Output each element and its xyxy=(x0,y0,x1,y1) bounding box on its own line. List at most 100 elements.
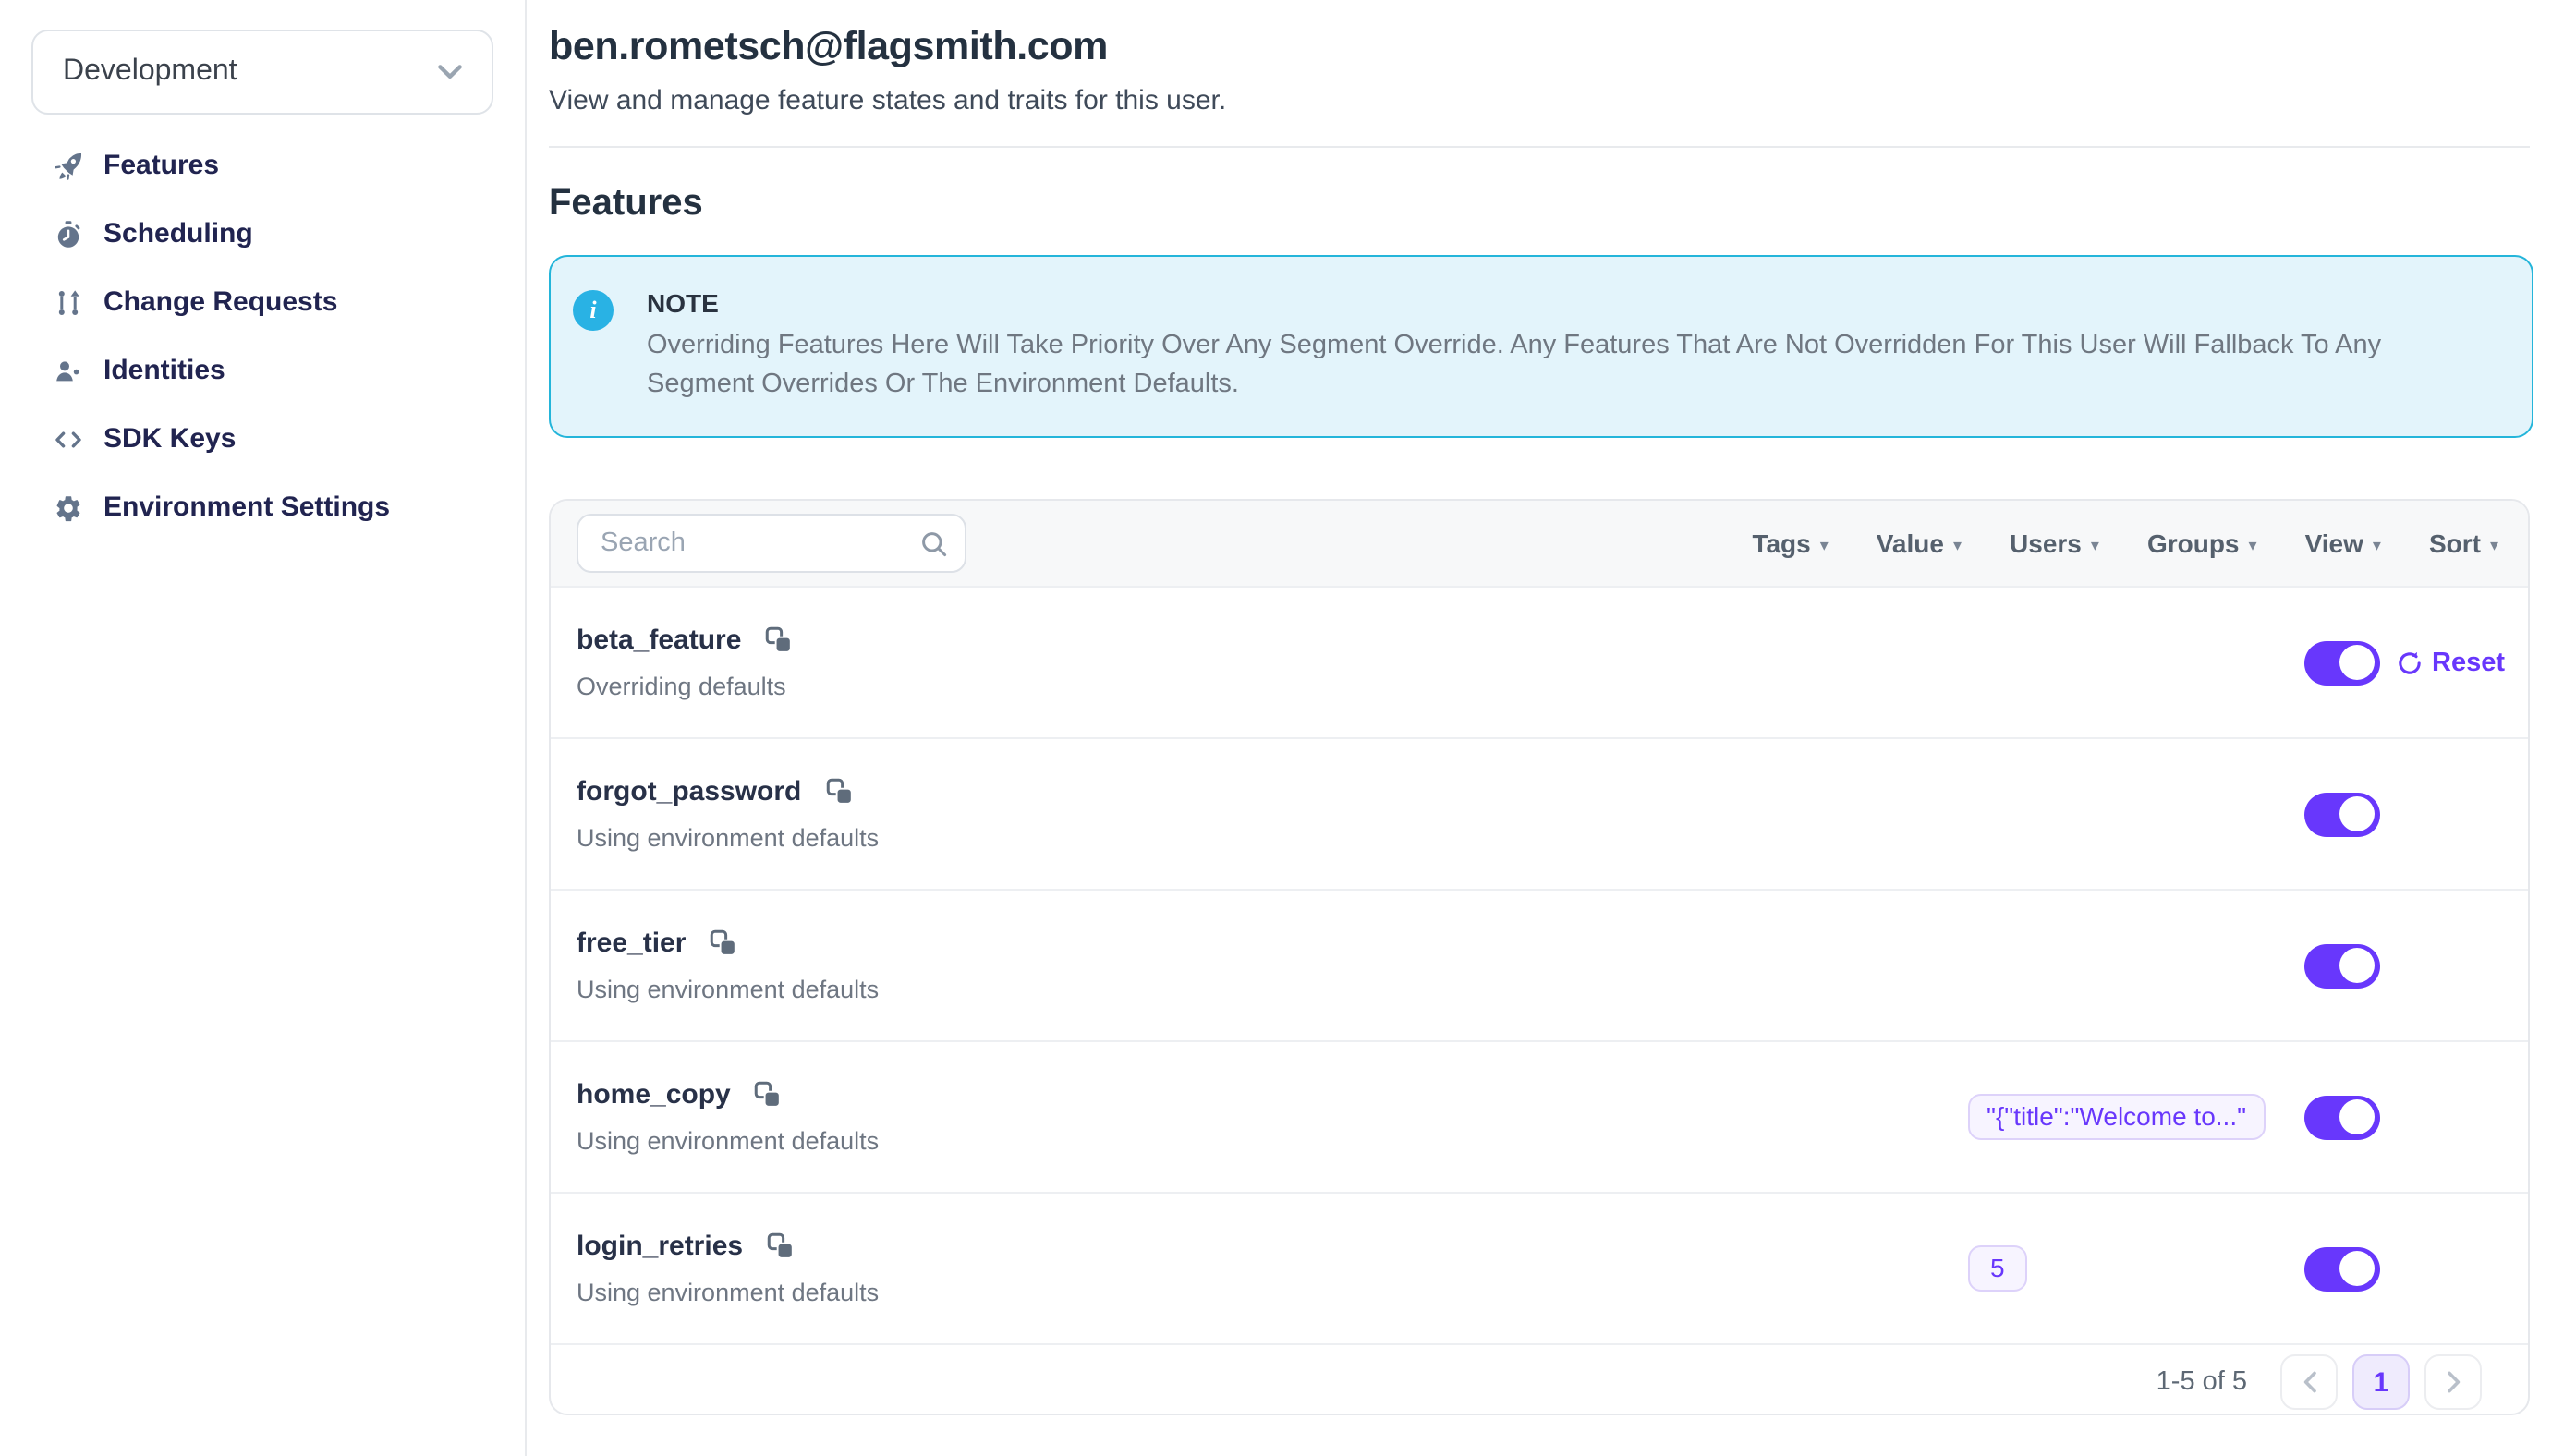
feature-status: Using environment defaults xyxy=(577,976,879,1003)
filter-view[interactable]: View ▾ xyxy=(2305,528,2381,558)
feature-info: home_copy Using environment defaults xyxy=(577,1079,879,1155)
feature-name: home_copy xyxy=(577,1079,731,1110)
value-cell: 5 xyxy=(1968,1245,2304,1292)
copy-icon[interactable] xyxy=(825,778,853,806)
feature-status: Using environment defaults xyxy=(577,1127,879,1155)
caret-down-icon: ▾ xyxy=(1820,533,1829,553)
note-body: Overriding Features Here Will Take Prior… xyxy=(647,327,2454,405)
copy-icon[interactable] xyxy=(710,929,737,957)
copy-icon[interactable] xyxy=(767,1232,795,1260)
feature-toggle[interactable] xyxy=(2304,943,2380,988)
feature-toggle[interactable] xyxy=(2304,640,2380,685)
code-icon xyxy=(54,424,83,454)
feature-info: login_retries Using environment defaults xyxy=(577,1231,879,1306)
environment-selector-value: Development xyxy=(63,55,438,89)
features-table-header: Tags ▾ Value ▾ Users ▾ Groups ▾ xyxy=(551,501,2528,586)
feature-controls: 5 xyxy=(1968,1245,2506,1292)
sidebar-item-features[interactable]: Features xyxy=(0,131,525,200)
feature-value-chip[interactable]: "{"title":"Welcome to..." xyxy=(1968,1094,2265,1140)
caret-down-icon: ▾ xyxy=(2490,533,2498,553)
feature-info: free_tier Using environment defaults xyxy=(577,928,879,1003)
feature-value-chip[interactable]: 5 xyxy=(1968,1245,2027,1292)
search-icon xyxy=(920,529,948,557)
search-input[interactable] xyxy=(577,514,966,573)
page-title: ben.rometsch@flagsmith.com xyxy=(549,24,2576,70)
reset-button[interactable]: Reset xyxy=(2380,648,2506,677)
feature-name: forgot_password xyxy=(577,776,801,807)
copy-icon[interactable] xyxy=(755,1081,783,1109)
note-label: NOTE xyxy=(647,288,2454,318)
caret-down-icon: ▾ xyxy=(1953,533,1962,553)
refresh-icon xyxy=(2397,649,2423,675)
feature-info: forgot_password Using environment defaul… xyxy=(577,776,879,852)
sidebar-item-label: Identities xyxy=(103,355,225,386)
page-subtitle: View and manage feature states and trait… xyxy=(549,85,2576,116)
pagination-page-1-button[interactable]: 1 xyxy=(2352,1354,2410,1410)
sidebar-nav: Features Scheduling xyxy=(0,131,525,541)
pagination-prev-button[interactable] xyxy=(2280,1354,2338,1410)
feature-toggle[interactable] xyxy=(2304,1095,2380,1139)
stopwatch-icon xyxy=(54,219,83,249)
sidebar: Development Features xyxy=(0,0,527,1456)
sidebar-item-label: SDK Keys xyxy=(103,423,236,455)
feature-row-forgot-password[interactable]: forgot_password Using environment defaul… xyxy=(551,737,2528,889)
filter-value[interactable]: Value ▾ xyxy=(1877,528,1962,558)
sidebar-item-label: Features xyxy=(103,150,219,181)
sidebar-item-change-requests[interactable]: Change Requests xyxy=(0,268,525,336)
feature-status: Overriding defaults xyxy=(577,673,793,700)
pull-request-icon xyxy=(54,287,83,317)
features-table: Tags ▾ Value ▾ Users ▾ Groups ▾ xyxy=(549,499,2530,1415)
filter-groups[interactable]: Groups ▾ xyxy=(2147,528,2257,558)
main-content: ben.rometsch@flagsmith.com View and mana… xyxy=(529,0,2576,1456)
feature-info: beta_feature Overriding defaults xyxy=(577,625,793,700)
reset-label: Reset xyxy=(2432,648,2505,677)
header-divider xyxy=(549,146,2530,148)
note-callout: i NOTE Overriding Features Here Will Tak… xyxy=(549,255,2533,438)
sidebar-item-scheduling[interactable]: Scheduling xyxy=(0,200,525,268)
feature-row-beta-feature[interactable]: beta_feature Overriding defaults xyxy=(551,586,2528,737)
rocket-icon xyxy=(54,151,83,180)
features-section-title: Features xyxy=(549,183,2576,225)
value-cell: "{"title":"Welcome to..." xyxy=(1968,1094,2304,1140)
pagination-next-button[interactable] xyxy=(2424,1354,2482,1410)
search-box xyxy=(577,514,966,573)
filter-users[interactable]: Users ▾ xyxy=(2010,528,2099,558)
feature-name: beta_feature xyxy=(577,625,741,656)
user-detail-page: Development Features xyxy=(0,0,2576,1456)
chevron-down-icon xyxy=(438,65,462,79)
feature-controls: "{"title":"Welcome to..." xyxy=(1968,1094,2506,1140)
caret-down-icon: ▾ xyxy=(2249,533,2257,553)
people-icon xyxy=(54,356,83,385)
sidebar-item-label: Scheduling xyxy=(103,218,253,249)
sidebar-item-label: Environment Settings xyxy=(103,491,390,523)
caret-down-icon: ▾ xyxy=(2091,533,2099,553)
feature-controls: Reset xyxy=(1968,640,2506,685)
feature-row-login-retries[interactable]: login_retries Using environment defaults… xyxy=(551,1192,2528,1343)
chevron-right-icon xyxy=(2446,1371,2461,1393)
feature-row-free-tier[interactable]: free_tier Using environment defaults xyxy=(551,889,2528,1040)
filter-bar: Tags ▾ Value ▾ Users ▾ Groups ▾ xyxy=(1752,528,2502,558)
feature-status: Using environment defaults xyxy=(577,1279,879,1306)
note-content: NOTE Overriding Features Here Will Take … xyxy=(647,288,2454,405)
copy-icon[interactable] xyxy=(765,626,793,654)
info-icon: i xyxy=(573,290,614,331)
sidebar-item-identities[interactable]: Identities xyxy=(0,336,525,405)
pagination: 1-5 of 5 1 xyxy=(551,1343,2528,1415)
gear-icon xyxy=(54,492,83,522)
pagination-summary: 1-5 of 5 xyxy=(2157,1367,2247,1397)
caret-down-icon: ▾ xyxy=(2373,533,2381,553)
chevron-left-icon xyxy=(2302,1371,2316,1393)
environment-selector[interactable]: Development xyxy=(31,30,493,115)
sidebar-item-environment-settings[interactable]: Environment Settings xyxy=(0,473,525,541)
feature-name: free_tier xyxy=(577,928,686,959)
filter-tags[interactable]: Tags ▾ xyxy=(1752,528,1828,558)
feature-toggle[interactable] xyxy=(2304,1246,2380,1291)
sidebar-item-sdk-keys[interactable]: SDK Keys xyxy=(0,405,525,473)
sidebar-item-label: Change Requests xyxy=(103,286,337,318)
feature-name: login_retries xyxy=(577,1231,743,1262)
feature-controls xyxy=(1968,792,2506,836)
feature-toggle[interactable] xyxy=(2304,792,2380,836)
feature-row-home-copy[interactable]: home_copy Using environment defaults "{"… xyxy=(551,1040,2528,1192)
filter-sort[interactable]: Sort ▾ xyxy=(2429,528,2498,558)
feature-controls xyxy=(1968,943,2506,988)
